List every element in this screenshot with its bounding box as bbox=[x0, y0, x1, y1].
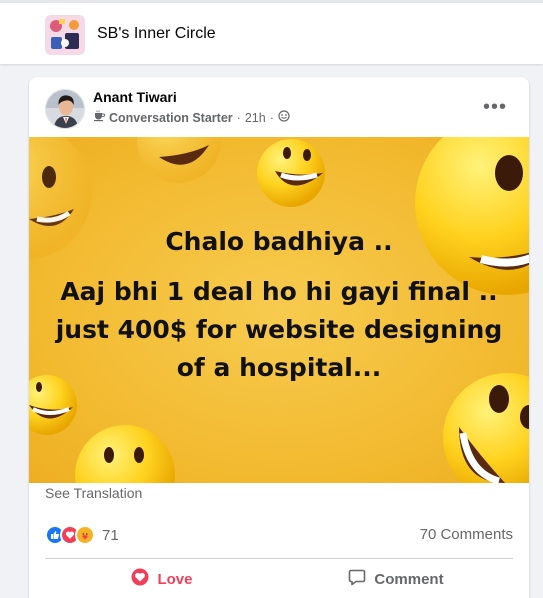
comment-label: Comment bbox=[374, 570, 444, 588]
audience-icon[interactable] bbox=[278, 110, 290, 125]
post-timestamp[interactable]: 21h bbox=[245, 111, 266, 125]
emoji-bottom-left bbox=[75, 425, 175, 483]
group-title[interactable]: SB's Inner Circle bbox=[97, 25, 216, 43]
see-translation-link[interactable]: See Translation bbox=[45, 485, 142, 501]
comment-button[interactable]: Comment bbox=[279, 561, 513, 597]
comments-count[interactable]: 70 Comments bbox=[420, 526, 513, 543]
heart-icon bbox=[131, 568, 149, 590]
emoji-bottom-right bbox=[443, 373, 529, 483]
love-button[interactable]: Love bbox=[45, 561, 279, 597]
author-name[interactable]: Anant Tiwari bbox=[93, 89, 177, 105]
care-reaction-icon bbox=[75, 525, 95, 545]
emoji-top-center bbox=[137, 137, 221, 183]
reactions-summary[interactable]: 71 bbox=[45, 525, 119, 545]
emoji-small-top bbox=[257, 139, 325, 207]
group-header: SB's Inner Circle bbox=[0, 0, 543, 64]
action-bar: Love Comment bbox=[45, 561, 513, 597]
badge-icon bbox=[93, 110, 106, 125]
love-label: Love bbox=[157, 570, 193, 588]
author-role-badge[interactable]: Conversation Starter bbox=[109, 111, 233, 125]
reaction-count: 71 bbox=[102, 526, 119, 544]
meta-separator: · bbox=[236, 110, 241, 125]
author-avatar[interactable] bbox=[45, 89, 85, 129]
post-text-line-2: Aaj bhi 1 deal ho hi gayi final .. just … bbox=[55, 277, 503, 382]
post-meta: Conversation Starter · 21h · bbox=[93, 110, 290, 125]
group-avatar[interactable] bbox=[45, 15, 85, 55]
post-text: Chalo badhiya .. Aaj bhi 1 deal ho hi ga… bbox=[29, 223, 529, 387]
post-image[interactable]: Chalo badhiya .. Aaj bhi 1 deal ho hi ga… bbox=[29, 137, 529, 483]
more-icon: ••• bbox=[482, 95, 507, 118]
more-options-button[interactable]: ••• bbox=[479, 91, 511, 123]
post-text-line-1: Chalo badhiya .. bbox=[165, 227, 393, 256]
comment-icon bbox=[348, 568, 366, 590]
post-card: Anant Tiwari Conversation Starter · 21h … bbox=[29, 77, 529, 598]
separator-dot: · bbox=[269, 110, 274, 125]
divider bbox=[45, 558, 513, 559]
